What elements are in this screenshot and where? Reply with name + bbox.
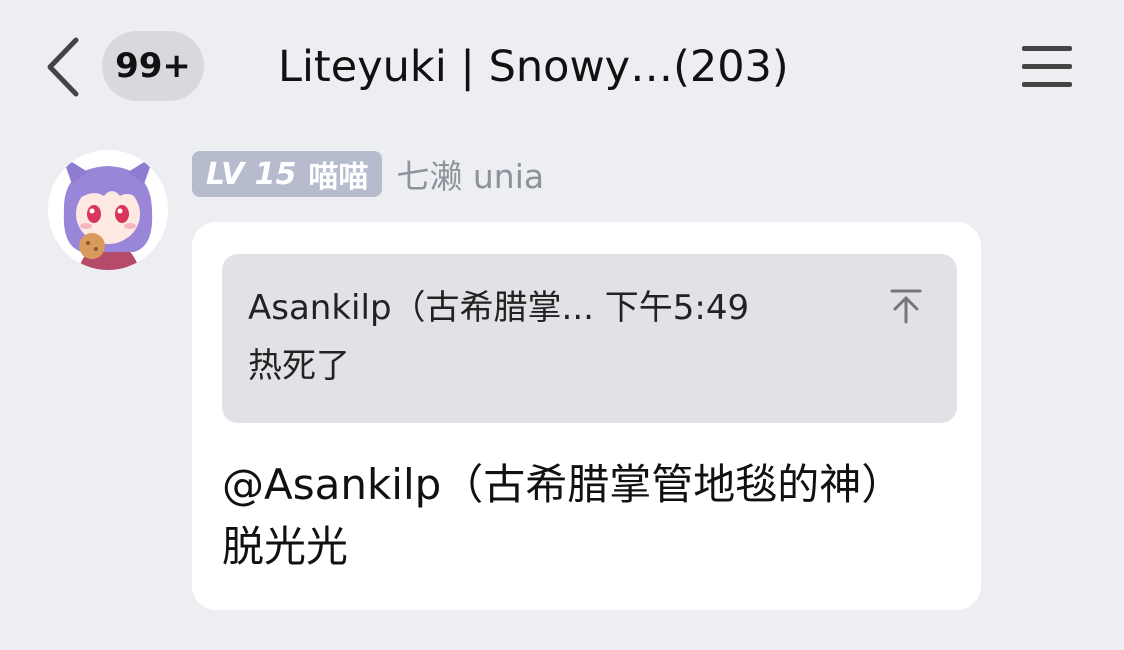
jump-to-quote-button[interactable]: [886, 286, 926, 326]
quoted-message[interactable]: Asankilp（古希腊掌... 下午5:49 热死了: [222, 254, 957, 423]
hamburger-menu-icon: [1022, 46, 1072, 87]
chat-title[interactable]: Liteyuki | Snowy…(203): [278, 34, 789, 100]
level-title: 喵喵: [308, 160, 369, 195]
chat-header: 99+ Liteyuki | Snowy…(203): [0, 0, 1124, 130]
quote-text: 热死了: [248, 346, 350, 386]
level-badge: LV 15 喵喵: [192, 151, 383, 197]
level-label: LV 15: [206, 156, 297, 192]
sender-avatar[interactable]: [48, 150, 168, 270]
quote-author: Asankilp（古希腊掌...: [248, 288, 594, 328]
menu-button[interactable]: [1018, 42, 1076, 92]
message-text: @Asankilp（古希腊掌管地毯的神） 脱光光: [222, 460, 917, 571]
sender-info: LV 15 喵喵 七濑 unia: [192, 151, 544, 197]
quote-header: Asankilp（古希腊掌... 下午5:49: [248, 284, 749, 332]
chevron-left-icon: [47, 37, 79, 97]
unread-count-badge[interactable]: 99+: [102, 31, 204, 101]
anime-avatar-icon: [48, 150, 168, 270]
message-bubble[interactable]: Asankilp（古希腊掌... 下午5:49 热死了 @Asankilp（古希…: [192, 222, 981, 610]
quote-time: 下午5:49: [604, 288, 750, 328]
sender-name[interactable]: 七濑 unia: [396, 150, 544, 198]
jump-to-top-icon: [890, 289, 922, 324]
back-button[interactable]: [40, 34, 86, 100]
